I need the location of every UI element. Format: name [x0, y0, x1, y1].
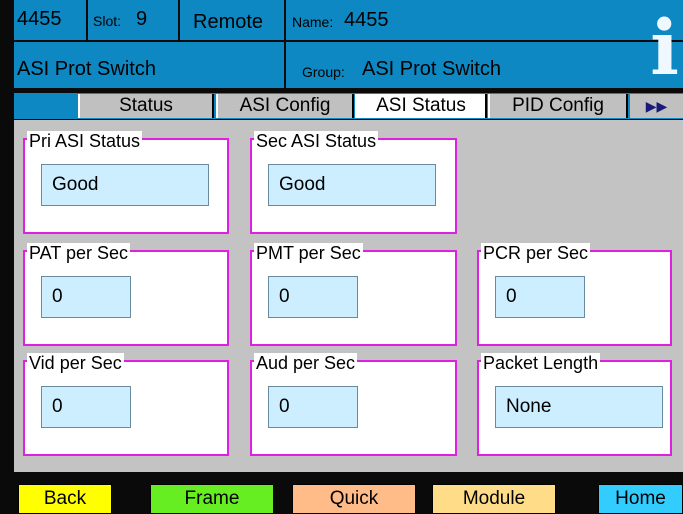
sec-asi-status-value: Good — [268, 164, 436, 206]
pmt-per-sec-group: PMT per Sec 0 — [250, 243, 457, 346]
card-title: ASI Prot Switch — [17, 58, 156, 80]
pri-asi-status-label: Pri ASI Status — [27, 131, 143, 151]
vid-per-sec-group: Vid per Sec 0 — [23, 353, 229, 456]
slot-value: 9 — [136, 8, 148, 30]
vid-per-sec-value: 0 — [41, 386, 131, 428]
packet-length-value: None — [495, 386, 663, 428]
packet-length-label: Packet Length — [481, 353, 601, 373]
pat-per-sec-value: 0 — [41, 276, 131, 318]
aud-per-sec-group: Aud per Sec 0 — [250, 353, 457, 456]
tab-pid-config[interactable]: PID Config — [488, 94, 628, 118]
sec-asi-status-label: Sec ASI Status — [254, 131, 379, 151]
vid-per-sec-label: Vid per Sec — [27, 353, 124, 373]
mode-status: Remote — [193, 11, 264, 33]
quick-button[interactable]: Quick — [292, 484, 416, 514]
pat-per-sec-label: PAT per Sec — [27, 243, 131, 263]
group-cell: Group: ASI Prot Switch — [286, 42, 683, 88]
pri-asi-status-value: Good — [41, 164, 209, 206]
pmt-per-sec-value: 0 — [268, 276, 358, 318]
card-title-cell: ASI Prot Switch — [14, 42, 284, 88]
name-label: Name: — [292, 14, 334, 30]
pcr-per-sec-group: PCR per Sec 0 — [477, 243, 672, 346]
group-label: Group: — [302, 64, 345, 80]
card-id-cell: 4455 — [14, 0, 86, 40]
tab-asi-config[interactable]: ASI Config — [216, 94, 354, 118]
packet-length-group: Packet Length None — [477, 353, 672, 456]
name-cell: Name: 4455 — [286, 0, 683, 40]
pat-per-sec-group: PAT per Sec 0 — [23, 243, 229, 346]
sec-asi-status-group: Sec ASI Status Good — [250, 131, 457, 234]
pcr-per-sec-value: 0 — [495, 276, 585, 318]
card-id: 4455 — [17, 8, 62, 30]
pcr-per-sec-label: PCR per Sec — [481, 243, 591, 263]
group-value: ASI Prot Switch — [362, 58, 501, 80]
slot-label: Slot: — [93, 13, 122, 29]
aud-per-sec-value: 0 — [268, 386, 358, 428]
pmt-per-sec-label: PMT per Sec — [254, 243, 363, 263]
tab-scroll-right-icon[interactable]: ▶▶ — [630, 94, 683, 118]
frame-button[interactable]: Frame — [150, 484, 274, 514]
mode-cell: Remote — [180, 0, 284, 40]
module-button[interactable]: Module — [432, 484, 556, 514]
slot-cell: Slot: 9 — [88, 0, 178, 40]
name-value: 4455 — [344, 9, 389, 31]
home-button[interactable]: Home — [598, 484, 683, 514]
aud-per-sec-label: Aud per Sec — [254, 353, 358, 373]
info-icon[interactable]: i — [646, 10, 683, 86]
tab-asi-status[interactable]: ASI Status — [355, 94, 487, 118]
pri-asi-status-group: Pri ASI Status Good — [23, 131, 229, 234]
back-button[interactable]: Back — [18, 484, 112, 514]
tab-status[interactable]: Status — [78, 94, 214, 118]
